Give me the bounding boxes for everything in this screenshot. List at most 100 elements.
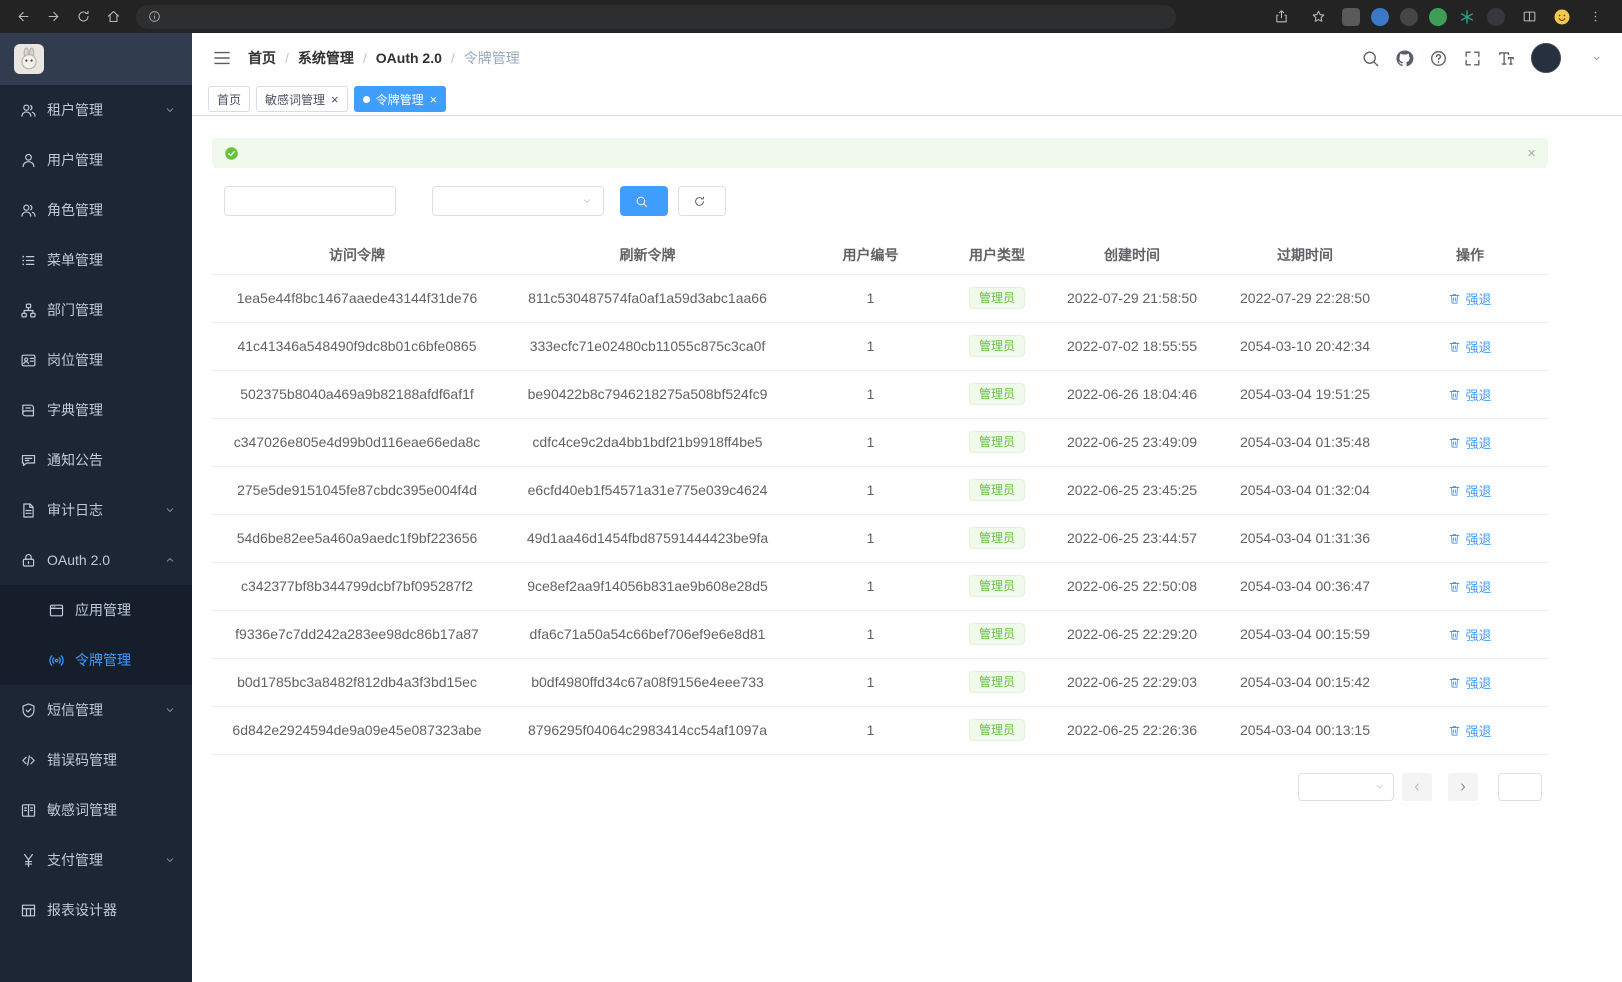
user-id: 1 (867, 338, 875, 354)
breadcrumb-item[interactable]: 系统管理 / (298, 48, 367, 68)
user-id: 1 (867, 578, 875, 594)
lock-icon (20, 552, 37, 569)
reset-button[interactable] (678, 186, 726, 216)
alert-close-icon[interactable]: × (1527, 145, 1536, 162)
table-icon (20, 902, 37, 919)
table-row: c347026e805e4d99b0d116eae66eda8c cdfc4ce… (212, 418, 1548, 466)
view-tab[interactable]: 首页 (208, 86, 250, 112)
reload-icon[interactable] (70, 5, 96, 29)
extension-icon[interactable] (1429, 8, 1447, 26)
delete-icon (1448, 580, 1461, 593)
user-id-input[interactable] (224, 186, 396, 216)
user-type-select[interactable] (432, 186, 604, 216)
force-logout-button[interactable]: 强退 (1448, 577, 1491, 596)
user-id: 1 (867, 674, 875, 690)
collapse-sidebar-icon[interactable] (212, 48, 232, 68)
sidebar-item[interactable]: 字典管理 (0, 385, 192, 435)
force-logout-button[interactable]: 强退 (1448, 433, 1491, 452)
sidebar-item[interactable]: 审计日志 (0, 485, 192, 535)
close-tab-icon[interactable]: × (430, 93, 438, 106)
column-header: 用户类型 (948, 236, 1046, 274)
app-logo-bar[interactable] (0, 33, 192, 85)
create-time: 2022-07-29 21:58:50 (1067, 290, 1197, 306)
next-page-button[interactable] (1448, 773, 1478, 801)
shield-icon (20, 702, 37, 719)
goto-page-input[interactable] (1498, 773, 1542, 801)
sidebar-item[interactable]: 错误码管理 (0, 735, 192, 785)
sidebar-menu: 租户管理 用户管理 角色管理 菜单管理 部门管理 岗位管理 字典管理 通知公告 (0, 85, 192, 982)
people-icon (20, 202, 37, 219)
breadcrumb-item[interactable]: 令牌管理 (464, 48, 520, 68)
delete-icon (1448, 436, 1461, 449)
user-avatar[interactable] (1531, 43, 1561, 73)
table-row: 6d842e2924594de9a09e45e087323abe 8796295… (212, 706, 1548, 754)
extension-icon[interactable] (1458, 8, 1476, 26)
user-id: 1 (867, 290, 875, 306)
force-logout-button[interactable]: 强退 (1448, 673, 1491, 692)
breadcrumb-item[interactable]: OAuth 2.0 / (376, 50, 455, 66)
sidebar-item[interactable]: 岗位管理 (0, 335, 192, 385)
site-info-icon[interactable] (148, 10, 161, 23)
sidebar-item[interactable]: 令牌管理 (0, 635, 192, 685)
force-logout-button[interactable]: 强退 (1448, 721, 1491, 740)
github-icon[interactable] (1395, 49, 1414, 68)
extension-icon[interactable] (1371, 8, 1389, 26)
sidebar-item[interactable]: 角色管理 (0, 185, 192, 235)
sidebar-item[interactable]: 敏感词管理 (0, 785, 192, 835)
view-tab[interactable]: 令牌管理 × (354, 86, 447, 112)
page-size-select[interactable] (1298, 773, 1394, 801)
force-logout-button[interactable]: 强退 (1448, 289, 1491, 308)
chevron-icon (164, 104, 176, 116)
force-logout-button[interactable]: 强退 (1448, 337, 1491, 356)
force-logout-button[interactable]: 强退 (1448, 481, 1491, 500)
close-tab-icon[interactable]: × (331, 93, 339, 106)
back-icon[interactable] (10, 5, 36, 29)
force-logout-button[interactable]: 强退 (1448, 625, 1491, 644)
tree-icon (20, 302, 37, 319)
sidebar-item[interactable]: 报表设计器 (0, 885, 192, 935)
search-icon[interactable] (1361, 49, 1380, 68)
sidebar-item[interactable]: 菜单管理 (0, 235, 192, 285)
column-header: 刷新令牌 (502, 236, 793, 274)
force-logout-button[interactable]: 强退 (1448, 385, 1491, 404)
sidebar-item[interactable]: 用户管理 (0, 135, 192, 185)
sidebar-item[interactable]: 租户管理 (0, 85, 192, 135)
profile-avatar[interactable] (1553, 8, 1571, 26)
sidebar-item[interactable]: 支付管理 (0, 835, 192, 885)
extension-icon[interactable] (1342, 8, 1360, 26)
chevron-icon (164, 704, 176, 716)
table-row: 41c41346a548490f9dc8b01c6bfe0865 333ecfc… (212, 322, 1548, 370)
tab-bar: 首页 敏感词管理 × 令牌管理 × (192, 83, 1622, 116)
sidebar-item[interactable]: 部门管理 (0, 285, 192, 335)
home-icon[interactable] (100, 5, 126, 29)
search-button[interactable] (620, 186, 668, 216)
view-tab[interactable]: 敏感词管理 × (256, 86, 348, 112)
expire-time: 2054-03-04 01:32:04 (1240, 482, 1370, 498)
address-bar[interactable] (136, 5, 1176, 29)
chevron-icon (164, 554, 176, 566)
sidebar-item[interactable]: 短信管理 (0, 685, 192, 735)
split-view-icon[interactable] (1516, 5, 1542, 29)
sidebar-item[interactable]: OAuth 2.0 (0, 535, 192, 585)
sidebar-item[interactable]: 通知公告 (0, 435, 192, 485)
sidebar-item[interactable]: 应用管理 (0, 585, 192, 635)
app-logo (14, 44, 44, 74)
font-size-icon[interactable] (1497, 49, 1516, 68)
prev-page-button[interactable] (1402, 773, 1432, 801)
columns-icon (20, 802, 37, 819)
delete-icon (1448, 340, 1461, 353)
extension-icon[interactable] (1487, 8, 1505, 26)
extension-icon[interactable] (1400, 8, 1418, 26)
refresh-token: 9ce8ef2aa9f14056b831ae9b608e28d5 (527, 578, 768, 594)
forward-icon[interactable] (40, 5, 66, 29)
fullscreen-icon[interactable] (1463, 49, 1482, 68)
breadcrumb-item[interactable]: 首页 / (248, 48, 289, 68)
force-logout-button[interactable]: 强退 (1448, 529, 1491, 548)
share-icon[interactable] (1268, 5, 1294, 29)
browser-menu-icon[interactable] (1582, 5, 1608, 29)
list-icon (20, 252, 37, 269)
caret-down-icon[interactable] (1591, 53, 1602, 64)
people-icon (20, 102, 37, 119)
bookmark-star-icon[interactable] (1305, 5, 1331, 29)
help-icon[interactable] (1429, 49, 1448, 68)
